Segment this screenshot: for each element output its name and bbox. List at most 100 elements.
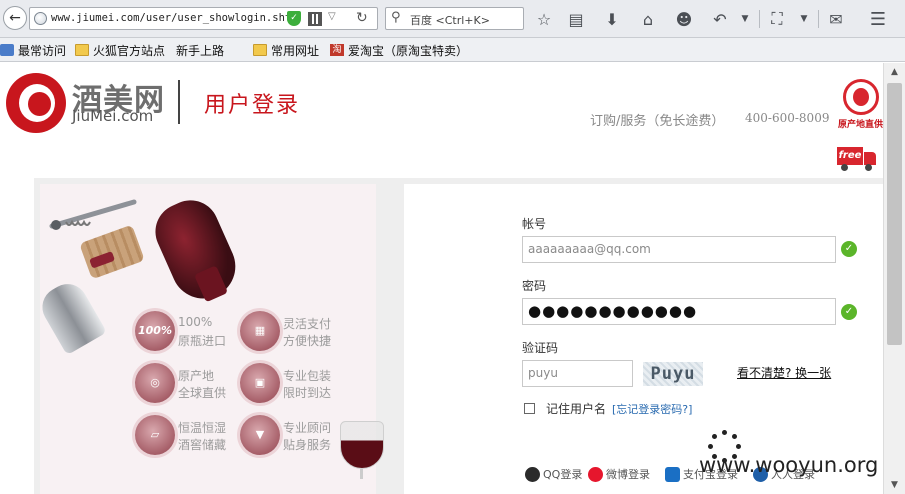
password-label: 密码 (522, 279, 547, 293)
wine-glass-stem (360, 469, 363, 479)
bookmark-ai-taobao[interactable]: 淘 爱淘宝（原淘宝特卖） (330, 41, 468, 59)
header-divider (178, 80, 180, 124)
feature-line1: 专业顾问 (283, 421, 332, 435)
wooyun-watermark: www.wooyun.org (699, 453, 879, 477)
feature-line1: 灵活支付 (283, 317, 332, 331)
gear-icon (0, 44, 14, 56)
free-shipping-text: free (837, 147, 863, 165)
percent-badge-icon: 100% (135, 311, 175, 351)
necktie-icon: ▼ (240, 415, 280, 455)
jiumei-logo-icon[interactable] (6, 73, 66, 133)
security-shield-icon[interactable]: ✓ (287, 11, 301, 26)
bookmark-label: 新手上路 (176, 43, 225, 58)
package-box-icon: ▣ (240, 363, 280, 403)
payment-card-icon: ▦ (240, 311, 280, 351)
truck-wheel (865, 164, 872, 171)
truck-wheel (841, 164, 848, 171)
thermometer-icon: ▱ (135, 415, 175, 455)
address-bar[interactable]: www.jiumei.com/user/user_showlogin.sht ✓… (29, 7, 378, 30)
feature-line1: 专业包装 (283, 369, 332, 383)
bookmark-getting-started[interactable]: 新手上路 (176, 41, 225, 116)
feature-line2: 贴身服务 (283, 438, 332, 452)
feature-line2: 限时到达 (283, 386, 332, 400)
feature-line2: 原瓶进口 (178, 334, 227, 348)
bookmark-common-sites[interactable]: 常用网址 (253, 41, 319, 59)
hotline-label: 订购/服务（免长途费） (590, 114, 725, 129)
origin-badge-text: 原产地直供 (838, 120, 883, 130)
page-content: 酒美网 JiuMei.com 用户登录 订购/服务（免长途费） 400-600-… (0, 63, 883, 494)
bookmark-most-visited[interactable]: 最常访问 (0, 41, 66, 59)
feature-cellar-storage: ▱ 恒温恒湿 酒窖储藏 (135, 415, 253, 457)
feature-flexible-payment: ▦ 灵活支付 方便快捷 (240, 311, 358, 353)
captcha-input[interactable]: puyu (522, 360, 633, 387)
menu-icon[interactable]: ☰ (866, 7, 890, 31)
taobao-icon: 淘 (330, 44, 344, 56)
back-arrow-icon: ← (9, 10, 21, 26)
promo-panel: 100% 100% 原瓶进口 ▦ 灵活支付 方便快捷 ◎ 原产地 全球直供 ▣ … (35, 184, 376, 494)
toolbar-separator (818, 10, 819, 28)
reload-icon[interactable]: ↻ (356, 10, 368, 26)
globe-icon: ◎ (135, 363, 175, 403)
wine-glass-image (338, 421, 386, 481)
hotline-number: 400-600-8009 (745, 111, 830, 125)
login-form-panel (404, 184, 883, 494)
address-url[interactable]: www.jiumei.com/user/user_showlogin.sht (51, 12, 291, 24)
weibo-login-link[interactable]: 微博登录 (588, 466, 650, 482)
browser-toolbar: ← www.jiumei.com/user/user_showlogin.sht… (0, 0, 905, 38)
download-icon[interactable]: ⬇ (600, 7, 624, 31)
folder-icon (75, 44, 89, 56)
account-valid-check-icon: ✓ (841, 241, 857, 257)
crop-icon[interactable]: ⛶ (765, 7, 789, 31)
qq-penguin-icon (525, 466, 540, 482)
logo-english-text[interactable]: JiuMei.com (72, 107, 153, 125)
account-label: 帐号 (522, 217, 547, 231)
home-icon[interactable]: ⌂ (636, 7, 660, 31)
social-label: 微博登录 (606, 468, 650, 481)
feature-global-origin: ◎ 原产地 全球直供 (135, 363, 253, 405)
scroll-down-arrow-icon[interactable]: ▼ (884, 476, 905, 494)
captcha-refresh-link[interactable]: 看不清楚? 换一张 (737, 364, 831, 381)
feature-line2: 全球直供 (178, 386, 227, 400)
bookmarks-bar: 最常访问 火狐官方站点 新手上路 常用网址 淘 爱淘宝（原淘宝特卖） (0, 38, 905, 116)
password-input[interactable]: ●●●●●●●●●●●● (522, 298, 836, 325)
page-title: 用户登录 (204, 93, 301, 118)
chat-icon[interactable]: ✉ (824, 7, 848, 31)
feature-line1: 100% (178, 315, 213, 329)
folder-icon (253, 44, 267, 56)
feature-pro-packaging: ▣ 专业包装 限时到达 (240, 363, 358, 405)
remember-username-label[interactable]: 记住用户名 (546, 400, 606, 417)
history-dropdown-icon[interactable]: ▽ (328, 11, 336, 22)
undo-icon[interactable]: ↶ (708, 7, 732, 31)
toolbar-separator (759, 10, 760, 28)
feature-line2: 酒窖储藏 (178, 438, 227, 452)
bookmark-firefox-site[interactable]: 火狐官方站点 (75, 41, 165, 59)
reader-list-icon[interactable]: ▤ (564, 7, 588, 31)
search-bar[interactable]: ⚲ 百度 <Ctrl+K> (385, 7, 524, 30)
account-input[interactable]: aaaaaaaaa@qq.com (522, 236, 836, 263)
social-label: QQ登录 (543, 468, 583, 481)
feature-line2: 方便快捷 (283, 334, 332, 348)
scroll-up-arrow-icon[interactable]: ▲ (884, 63, 905, 81)
globe-icon (34, 12, 47, 25)
weibo-icon (588, 466, 603, 482)
smiley-icon[interactable]: ☻ (672, 7, 696, 31)
qr-code-icon[interactable] (308, 12, 322, 26)
bookmark-label: 火狐官方站点 (93, 43, 166, 58)
bookmark-star-icon[interactable]: ☆ (532, 7, 556, 31)
captcha-image[interactable]: Puyu (643, 362, 703, 386)
forgot-password-link[interactable]: [忘记登录密码?] (612, 401, 692, 417)
wine-bottle-image (146, 191, 246, 309)
bookmark-label: 最常访问 (18, 43, 67, 58)
vertical-scrollbar[interactable]: ▲ ▼ (883, 63, 905, 494)
crop-dropdown-icon[interactable]: ▼ (792, 7, 816, 31)
undo-dropdown-icon[interactable]: ▼ (733, 7, 757, 31)
feature-original-import: 100% 100% 原瓶进口 (135, 311, 253, 353)
alipay-shield-icon (665, 466, 680, 482)
bookmark-label: 爱淘宝（原淘宝特卖） (348, 43, 469, 58)
back-button[interactable]: ← (3, 6, 27, 30)
qq-login-link[interactable]: QQ登录 (525, 466, 582, 482)
free-shipping-truck-icon: free (837, 147, 883, 171)
scrollbar-thumb[interactable] (887, 83, 902, 345)
remember-username-checkbox[interactable] (524, 403, 535, 414)
search-placeholder[interactable]: 百度 <Ctrl+K> (410, 12, 490, 28)
